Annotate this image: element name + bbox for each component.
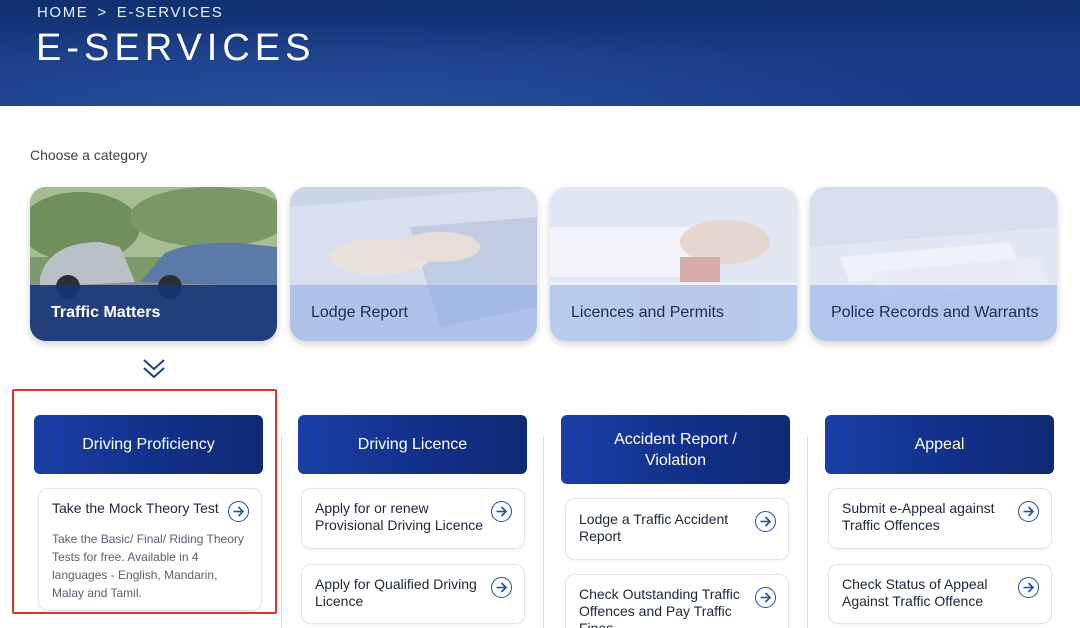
service-card-outstanding-offences[interactable]: Check Outstanding Traffic Offences and P… — [565, 574, 789, 628]
service-card-qualified-licence[interactable]: Apply for Qualified Driving Licence — [301, 564, 525, 624]
arrow-right-circle-icon[interactable] — [755, 511, 776, 532]
column-divider — [543, 436, 544, 628]
category-licences-and-permits[interactable]: Licences and Permits — [550, 187, 797, 341]
service-card-lodge-accident-report[interactable]: Lodge a Traffic Accident Report — [565, 498, 789, 560]
category-police-records[interactable]: Police Records and Warrants — [810, 187, 1057, 341]
column-header-accident-report[interactable]: Accident Report / Violation — [561, 415, 790, 484]
column-header-driving-licence[interactable]: Driving Licence — [298, 415, 527, 474]
service-card-title: Check Outstanding Traffic Offences and P… — [579, 586, 740, 628]
service-card-submit-e-appeal[interactable]: Submit e-Appeal against Traffic Offences — [828, 488, 1052, 549]
breadcrumb-separator: > — [97, 4, 108, 21]
column-divider — [281, 436, 282, 628]
arrow-right-circle-icon[interactable] — [755, 587, 776, 608]
arrow-right-circle-icon[interactable] — [491, 501, 512, 522]
service-card-title: Lodge a Traffic Accident Report — [579, 511, 729, 544]
service-card-title: Apply for or renew Provisional Driving L… — [315, 500, 484, 533]
page-title: E-SERVICES — [36, 27, 316, 69]
double-chevron-down-icon — [143, 359, 165, 379]
breadcrumb: HOME > E-SERVICES — [37, 4, 223, 21]
column-divider — [807, 436, 808, 628]
category-lodge-report[interactable]: Lodge Report — [290, 187, 537, 341]
arrow-right-circle-icon[interactable] — [228, 501, 249, 522]
breadcrumb-home[interactable]: HOME — [37, 4, 88, 21]
category-label: Licences and Permits — [550, 285, 797, 341]
category-traffic-matters[interactable]: Traffic Matters — [30, 187, 277, 341]
service-card-title: Apply for Qualified Driving Licence — [315, 576, 477, 609]
choose-category-label: Choose a category — [30, 147, 148, 163]
service-card-title: Check Status of Appeal Against Traffic O… — [842, 576, 988, 609]
breadcrumb-current[interactable]: E-SERVICES — [117, 4, 224, 21]
arrow-right-circle-icon[interactable] — [1018, 577, 1039, 598]
service-card-mock-theory-test[interactable]: Take the Mock Theory Test Take the Basic… — [38, 488, 262, 611]
service-card-title: Submit e-Appeal against Traffic Offences — [842, 500, 995, 533]
arrow-right-circle-icon[interactable] — [491, 577, 512, 598]
page-banner: HOME > E-SERVICES E-SERVICES — [0, 0, 1080, 106]
category-label: Police Records and Warrants — [810, 285, 1057, 341]
column-header-appeal[interactable]: Appeal — [825, 415, 1054, 474]
category-label: Traffic Matters — [30, 285, 277, 341]
service-card-provisional-licence[interactable]: Apply for or renew Provisional Driving L… — [301, 488, 525, 549]
arrow-right-circle-icon[interactable] — [1018, 501, 1039, 522]
service-card-title: Take the Mock Theory Test — [52, 500, 219, 516]
column-header-driving-proficiency[interactable]: Driving Proficiency — [34, 415, 263, 474]
service-card-check-appeal-status[interactable]: Check Status of Appeal Against Traffic O… — [828, 564, 1052, 624]
service-card-description: Take the Basic/ Final/ Riding Theory Tes… — [52, 532, 244, 600]
category-label: Lodge Report — [290, 285, 537, 341]
